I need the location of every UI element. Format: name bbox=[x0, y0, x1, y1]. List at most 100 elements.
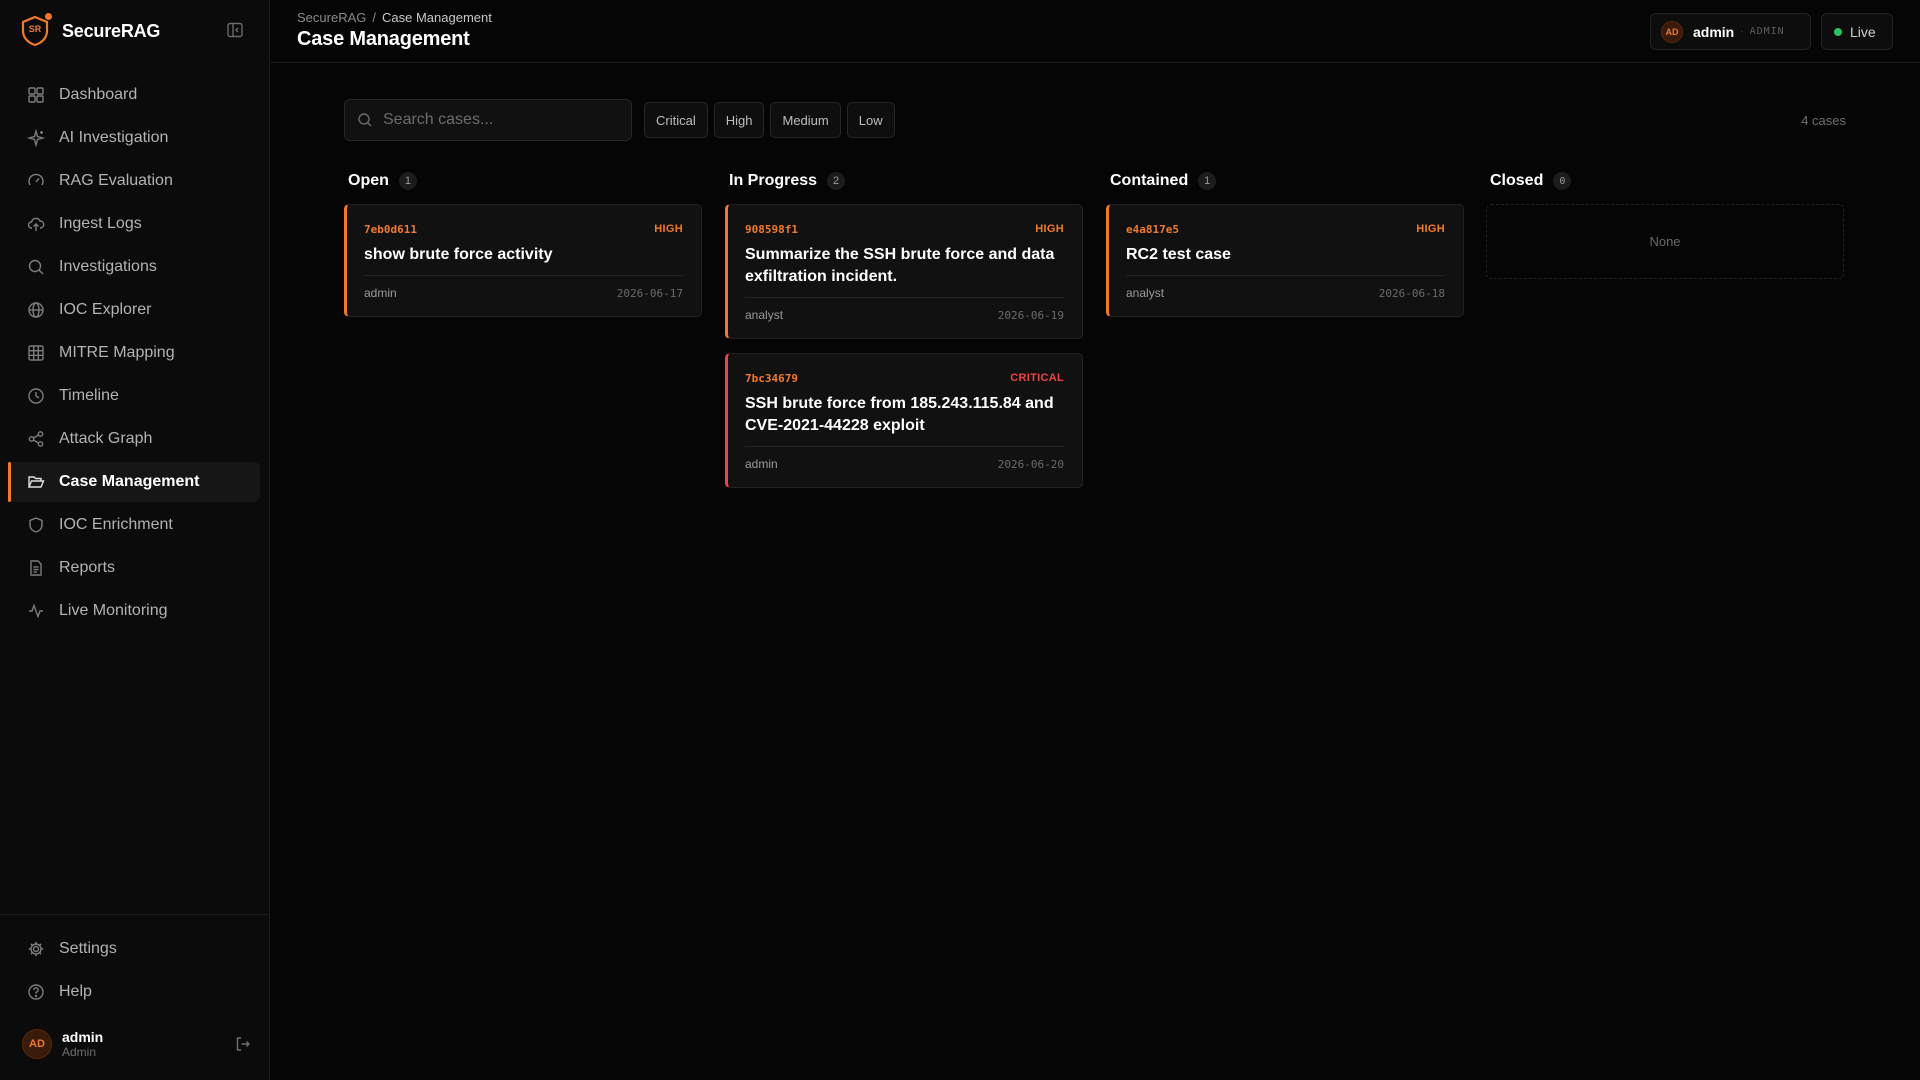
sidebar-item-label: AI Investigation bbox=[59, 129, 169, 146]
filter-critical-button[interactable]: Critical bbox=[644, 102, 708, 138]
sidebar-item-investigations[interactable]: Investigations bbox=[8, 247, 260, 287]
case-assignee: admin bbox=[745, 457, 778, 471]
sidebar-item-ai-investigation[interactable]: AI Investigation bbox=[8, 118, 260, 158]
user-role: Admin bbox=[62, 1045, 97, 1059]
case-id: 908598f1 bbox=[745, 222, 798, 236]
sidebar-item-mitre-mapping[interactable]: MITRE Mapping bbox=[8, 333, 260, 373]
sidebar-item-label: RAG Evaluation bbox=[59, 172, 173, 189]
sidebar: SR SecureRAG Dashboard AI Investigation … bbox=[0, 0, 270, 1080]
sidebar-item-label: Reports bbox=[59, 559, 116, 576]
avatar[interactable]: AD bbox=[22, 1029, 52, 1059]
brand[interactable]: SR SecureRAG bbox=[20, 13, 160, 48]
column-count-badge: 1 bbox=[398, 172, 417, 190]
sidebar-item-ingest-logs[interactable]: Ingest Logs bbox=[8, 204, 260, 244]
case-card[interactable]: 7eb0d611 HIGH show brute force activity … bbox=[344, 204, 702, 317]
user-role-separator: · bbox=[1740, 26, 1744, 37]
column-count-badge: 2 bbox=[827, 172, 846, 190]
sidebar-item-ioc-enrichment[interactable]: IOC Enrichment bbox=[8, 505, 260, 545]
filter-medium-button[interactable]: Medium bbox=[770, 102, 841, 138]
case-assignee: analyst bbox=[1126, 286, 1165, 300]
sidebar-item-timeline[interactable]: Timeline bbox=[8, 376, 260, 416]
user-menu-button[interactable]: AD admin · ADMIN bbox=[1650, 13, 1811, 50]
severity-badge: HIGH bbox=[1416, 223, 1445, 235]
breadcrumb-root[interactable]: SecureRAG bbox=[297, 10, 366, 25]
case-count: 4 cases bbox=[1801, 113, 1846, 128]
page-title: Case Management bbox=[297, 28, 470, 50]
case-card[interactable]: 7bc34679 CRITICAL SSH brute force from 1… bbox=[725, 353, 1083, 488]
sidebar-item-rag-evaluation[interactable]: RAG Evaluation bbox=[8, 161, 260, 201]
case-assignee: admin bbox=[364, 286, 397, 300]
column-open: Open 1 7eb0d611 HIGH show brute force ac… bbox=[344, 166, 702, 317]
severity-filters: Critical High Medium Low bbox=[644, 102, 895, 138]
column-contained: Contained 1 e4a817e5 HIGH RC2 test case … bbox=[1106, 166, 1464, 317]
search-box[interactable] bbox=[344, 99, 632, 141]
case-title: show brute force activity bbox=[364, 246, 553, 263]
gear-icon bbox=[26, 939, 46, 959]
severity-badge: CRITICAL bbox=[1010, 372, 1064, 384]
column-in-progress: In Progress 2 908598f1 HIGH Summarize th… bbox=[725, 166, 1083, 488]
search-icon bbox=[26, 257, 46, 277]
sidebar-item-reports[interactable]: Reports bbox=[8, 548, 260, 588]
brand-logo: SR bbox=[20, 13, 52, 47]
sidebar-user: AD admin Admin bbox=[22, 1027, 252, 1061]
dashboard-icon bbox=[26, 85, 46, 105]
column-closed: Closed 0 None bbox=[1486, 166, 1844, 279]
sidebar-collapse-icon[interactable] bbox=[226, 21, 244, 39]
sidebar-item-label: Investigations bbox=[59, 258, 157, 275]
activity-icon bbox=[26, 601, 46, 621]
cloud-upload-icon bbox=[26, 214, 46, 234]
severity-badge: HIGH bbox=[1035, 223, 1064, 235]
grid-icon bbox=[26, 343, 46, 363]
share-icon bbox=[26, 429, 46, 449]
logout-icon[interactable] bbox=[234, 1035, 252, 1053]
clock-icon bbox=[26, 386, 46, 406]
case-id: 7eb0d611 bbox=[364, 222, 417, 236]
column-count-badge: 1 bbox=[1198, 172, 1217, 190]
case-toolbar: Critical High Medium Low 4 cases bbox=[344, 99, 1846, 141]
filter-low-button[interactable]: Low bbox=[846, 102, 895, 138]
case-date: 2026-06-17 bbox=[616, 286, 683, 300]
case-card[interactable]: e4a817e5 HIGH RC2 test case analyst 2026… bbox=[1106, 204, 1464, 317]
sidebar-item-dashboard[interactable]: Dashboard bbox=[8, 75, 260, 115]
case-date: 2026-06-19 bbox=[997, 308, 1064, 322]
column-title: Contained bbox=[1110, 172, 1189, 189]
sidebar-item-ioc-explorer[interactable]: IOC Explorer bbox=[8, 290, 260, 330]
status-dot bbox=[45, 13, 52, 20]
user-name: admin bbox=[62, 1029, 104, 1045]
shield-icon bbox=[26, 515, 46, 535]
case-assignee: analyst bbox=[745, 308, 784, 322]
gauge-icon bbox=[26, 171, 46, 191]
sidebar-item-live-monitoring[interactable]: Live Monitoring bbox=[8, 591, 260, 631]
sidebar-item-help[interactable]: Help bbox=[8, 972, 269, 1012]
case-date: 2026-06-18 bbox=[1378, 286, 1445, 300]
sidebar-item-label: IOC Explorer bbox=[59, 301, 152, 318]
folder-open-icon bbox=[26, 472, 46, 492]
filter-high-button[interactable]: High bbox=[713, 102, 765, 138]
column-title: Open bbox=[348, 172, 389, 189]
user-name: admin bbox=[1693, 23, 1735, 40]
breadcrumb-separator: / bbox=[372, 10, 376, 25]
live-status-button[interactable]: Live bbox=[1821, 13, 1893, 50]
sidebar-item-settings[interactable]: Settings bbox=[8, 929, 269, 969]
user-role-badge: ADMIN bbox=[1749, 26, 1785, 37]
avatar: AD bbox=[1661, 20, 1683, 43]
sidebar-item-label: Help bbox=[59, 983, 92, 1000]
sidebar-footer: Settings Help AD admin Admin bbox=[0, 914, 269, 1059]
column-title: Closed bbox=[1490, 172, 1544, 189]
sidebar-item-case-management[interactable]: Case Management bbox=[8, 462, 260, 502]
column-count-badge: 0 bbox=[1553, 172, 1572, 190]
globe-icon bbox=[26, 300, 46, 320]
case-title: SSH brute force from 185.243.115.84 and … bbox=[745, 395, 1054, 434]
search-input[interactable] bbox=[383, 111, 623, 129]
breadcrumb: SecureRAG / Case Management bbox=[297, 10, 492, 25]
case-card[interactable]: 908598f1 HIGH Summarize the SSH brute fo… bbox=[725, 204, 1083, 339]
sidebar-item-attack-graph[interactable]: Attack Graph bbox=[8, 419, 260, 459]
case-date: 2026-06-20 bbox=[997, 457, 1064, 471]
brand-logo-initials: SR bbox=[28, 24, 42, 34]
sidebar-item-label: Live Monitoring bbox=[59, 602, 168, 619]
case-id: 7bc34679 bbox=[745, 371, 798, 385]
sidebar-item-label: Settings bbox=[59, 940, 117, 957]
live-dot-icon bbox=[1834, 27, 1842, 36]
header: SecureRAG / Case Management Case Managem… bbox=[270, 0, 1920, 63]
live-label: Live bbox=[1850, 23, 1876, 40]
